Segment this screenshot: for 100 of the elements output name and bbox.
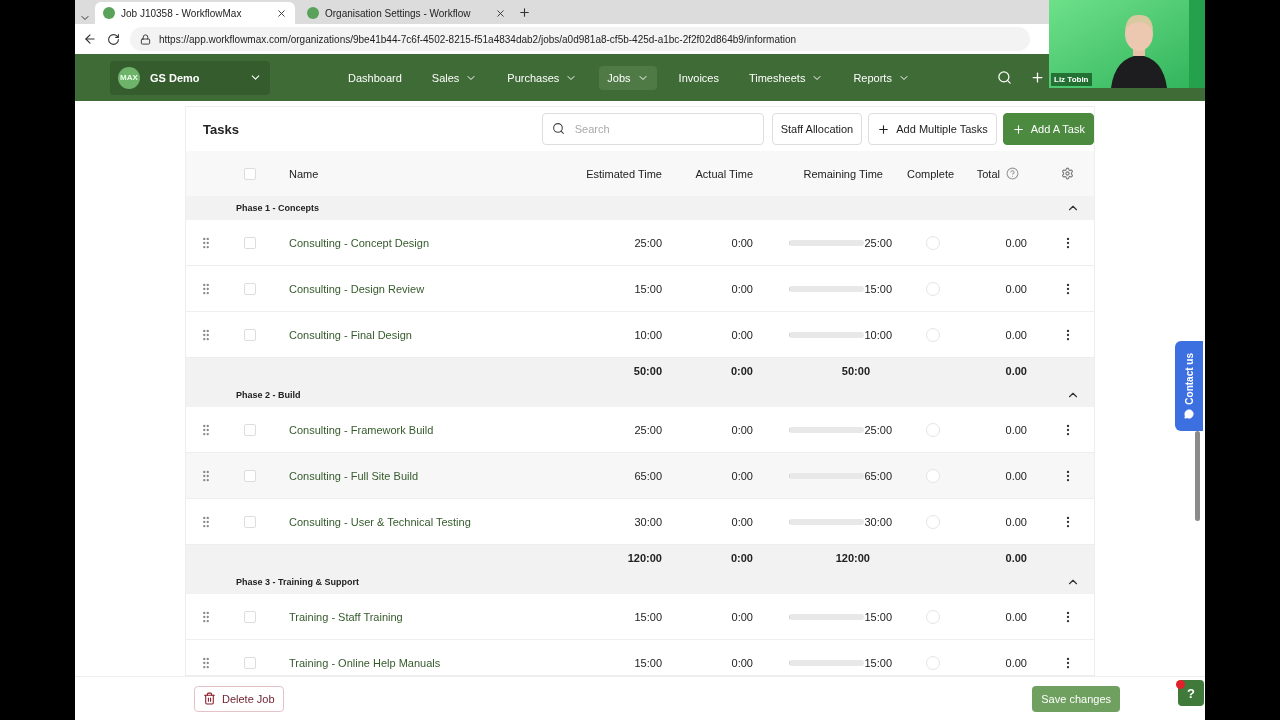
complete-toggle[interactable] (926, 655, 940, 670)
row-checkbox[interactable] (244, 610, 256, 623)
row-checkbox[interactable] (244, 236, 256, 249)
address-bar[interactable]: https://app.workflowmax.com/organizations/9be41b44-7c6f-4502-8215-f51a4834dab2/jobs/a0d981a8-cf5b-425d-a1bc-2f2f02d864b9/information (130, 27, 1030, 51)
actual-total: 0:00 (729, 364, 753, 377)
actual-time: 0:00 (730, 328, 753, 341)
complete-toggle[interactable] (926, 422, 940, 437)
estimated-time: 15:00 (633, 282, 662, 295)
total-value: 0.00 (1004, 656, 1027, 669)
estimated-time: 15:00 (633, 610, 662, 623)
remaining-time: 30:00 (864, 515, 893, 528)
total-value: 0.00 (1004, 469, 1027, 482)
column-header: Complete (907, 167, 956, 180)
row-checkbox[interactable] (244, 469, 256, 482)
actual-time: 0:00 (730, 423, 753, 436)
plus-icon[interactable] (1030, 70, 1045, 85)
row-checkbox[interactable] (244, 515, 256, 528)
remaining-time: 15:00 (864, 656, 893, 669)
grand-total: 0.00 (1004, 551, 1027, 564)
nav-item[interactable]: Sales (423, 65, 486, 90)
task-name-link[interactable]: Training - Staff Training (274, 610, 572, 623)
task-name-link[interactable]: Consulting - Full Site Build (274, 469, 572, 482)
help-button[interactable]: ? (1178, 680, 1204, 706)
delete-job-button[interactable]: Delete Job (194, 685, 284, 712)
nav-item[interactable]: Invoices (670, 65, 727, 90)
browser-tab[interactable]: Organisation Settings - Workflow (299, 2, 514, 24)
estimated-time: 15:00 (633, 656, 662, 669)
tasks-title: Tasks (203, 121, 240, 137)
estimated-time: 25:00 (633, 423, 662, 436)
row-checkbox[interactable] (244, 656, 256, 669)
participant-name: Liz Tobin (1051, 73, 1092, 86)
actual-time: 0:00 (730, 515, 753, 528)
row-checkbox[interactable] (244, 423, 256, 436)
task-name-link[interactable]: Consulting - Concept Design (274, 236, 572, 249)
complete-toggle[interactable] (926, 609, 940, 624)
chat-icon (1184, 408, 1194, 419)
contact-us-tab[interactable]: Contact us (1175, 341, 1203, 431)
favicon-icon (103, 7, 115, 19)
settings-icon[interactable] (1061, 167, 1074, 180)
remaining-time: 15:00 (864, 610, 893, 623)
nav-item[interactable]: Jobs (599, 65, 657, 90)
help-icon[interactable] (1006, 167, 1019, 180)
task-name-link[interactable]: Consulting - Final Design (274, 328, 572, 341)
estimated-time: 25:00 (633, 236, 662, 249)
new-tab-icon[interactable] (518, 6, 531, 19)
actual-time: 0:00 (730, 469, 753, 482)
search-field[interactable]: Search (541, 113, 764, 145)
column-header: Estimated Time (585, 167, 662, 180)
nav-item[interactable]: Timesheets (740, 65, 832, 90)
add-multiple-tasks-button[interactable]: Add Multiple Tasks (868, 113, 997, 145)
nav-item[interactable]: Purchases (499, 65, 586, 90)
estimated-time: 65:00 (633, 469, 662, 482)
browser-tab[interactable]: Job J10358 - WorkflowMax (95, 2, 295, 24)
column-header: Remaining Time (802, 167, 884, 180)
remaining-time: 10:00 (864, 328, 893, 341)
column-header: Actual Time (694, 167, 753, 180)
favicon-icon (307, 7, 319, 19)
row-checkbox[interactable] (244, 328, 256, 341)
task-name-link[interactable]: Consulting - Design Review (274, 282, 572, 295)
search-icon[interactable] (997, 70, 1012, 85)
select-all-checkbox[interactable] (244, 167, 256, 180)
org-selector[interactable]: MAX GS Demo (110, 60, 270, 95)
plus-icon (1011, 122, 1025, 136)
phase-title: Phase 1 - Concepts (236, 203, 320, 213)
total-value: 0.00 (1004, 236, 1027, 249)
scrollbar[interactable] (1195, 431, 1200, 521)
actual-time: 0:00 (730, 236, 753, 249)
staff-allocation-button[interactable]: Staff Allocation (771, 113, 863, 145)
complete-toggle[interactable] (926, 468, 940, 483)
close-icon[interactable] (495, 7, 506, 19)
row-checkbox[interactable] (244, 282, 256, 295)
complete-toggle[interactable] (926, 327, 940, 342)
remaining-time: 15:00 (864, 282, 893, 295)
remaining-time: 65:00 (864, 469, 893, 482)
remaining-time: 25:00 (864, 423, 893, 436)
phase-title: Phase 2 - Build (236, 390, 301, 400)
complete-toggle[interactable] (926, 235, 940, 250)
grand-total: 0.00 (1004, 364, 1027, 377)
task-row[interactable]: Consulting - Full Site Build 65:00 0:00 65:00 0.00 (186, 453, 1094, 499)
back-icon[interactable] (83, 32, 97, 46)
column-header: Name (288, 167, 320, 180)
task-name-link[interactable]: Training - Online Help Manuals (274, 656, 572, 669)
actual-time: 0:00 (730, 656, 753, 669)
remaining-total: 50:00 (840, 364, 871, 377)
nav-item[interactable]: Dashboard (340, 65, 410, 90)
phase-title: Phase 3 - Training & Support (236, 577, 360, 587)
complete-toggle[interactable] (926, 281, 940, 296)
actual-total: 0:00 (729, 551, 753, 564)
org-badge: MAX (118, 66, 140, 89)
close-icon[interactable] (276, 7, 287, 19)
add-task-button[interactable]: Add A Task (1002, 113, 1094, 145)
reload-icon[interactable] (107, 32, 120, 46)
nav-item[interactable]: Reports (845, 65, 918, 90)
url-text: https://app.workflowmax.com/organizations/9be41b44-7c6f-4502-8215-f51a4834dab2/jobs/a0d981a8-cf5b-425d-a1bc-2f2f02d864b9/information (159, 33, 797, 45)
complete-toggle[interactable] (926, 514, 940, 529)
estimated-total: 50:00 (632, 364, 662, 377)
task-name-link[interactable]: Consulting - User & Technical Testing (274, 515, 572, 528)
plus-icon (877, 122, 891, 136)
task-name-link[interactable]: Consulting - Framework Build (274, 423, 572, 436)
actual-time: 0:00 (730, 282, 753, 295)
